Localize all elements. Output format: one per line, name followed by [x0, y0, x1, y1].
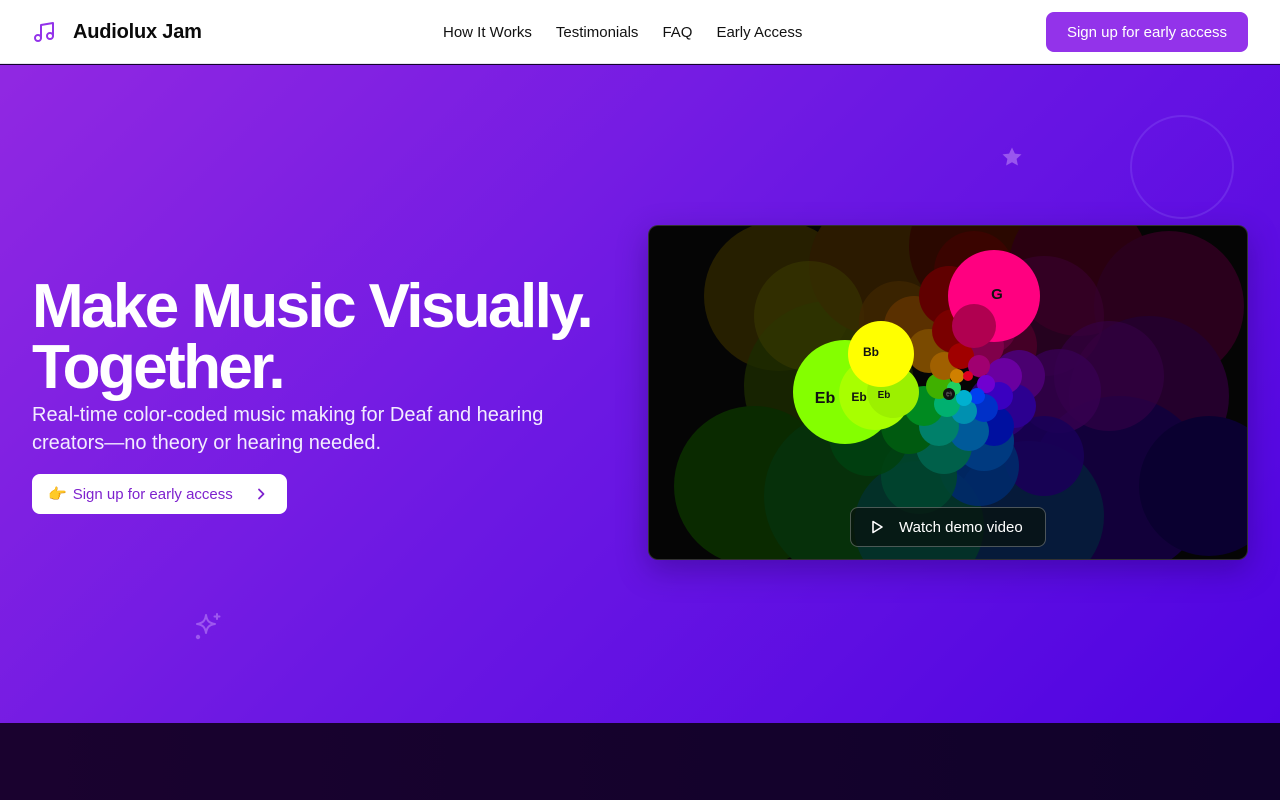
note-label-eb-medium: Eb [851, 390, 866, 404]
pointing-hand-icon: 👉 [48, 486, 67, 503]
site-header: Audiolux Jam How It Works Testimonials F… [0, 0, 1280, 64]
hero-subhead: Real-time color-coded music making for D… [32, 404, 544, 454]
note-label-g-center: G [943, 389, 952, 401]
main-nav: How It Works Testimonials FAQ Early Acce… [443, 0, 802, 64]
note-label-bb: Bb [863, 345, 879, 359]
brand[interactable]: Audiolux Jam [32, 0, 202, 64]
brand-name: Audiolux Jam [73, 20, 202, 43]
watch-demo-button[interactable]: Watch demo video [850, 507, 1046, 547]
nav-early-access[interactable]: Early Access [716, 24, 802, 41]
hero-signup-button[interactable]: 👉 Sign up for early access [32, 474, 287, 514]
headline-line-2: Together. [32, 333, 286, 402]
demo-video-player[interactable]: G Bb Eb Eb Eb G Watch demo video [648, 225, 1248, 560]
note-label-eb-large: Eb [815, 390, 836, 407]
nav-testimonials[interactable]: Testimonials [556, 24, 639, 41]
note-label-eb-small: Eb [878, 390, 891, 401]
header-signup-button[interactable]: Sign up for early access [1046, 12, 1248, 52]
watch-demo-label: Watch demo video [899, 518, 1023, 536]
sparkles-icon [195, 613, 221, 640]
music-note-icon [34, 22, 54, 42]
chevron-right-icon [258, 488, 265, 500]
nav-faq[interactable]: FAQ [662, 24, 692, 41]
decorative-ring [1130, 115, 1234, 219]
hero-headline: Make Music Visually. Together. [32, 272, 632, 402]
next-section [0, 723, 1280, 800]
star-icon [1002, 147, 1022, 166]
nav-how-it-works[interactable]: How It Works [443, 24, 532, 41]
play-icon [872, 520, 883, 534]
headline-line-1: Make Music Visually. [32, 272, 594, 341]
note-label-g: G [991, 286, 1003, 303]
hero-section: Make Music Visually. Together. Real-time… [0, 65, 1280, 723]
hero-signup-label: Sign up for early access [72, 485, 233, 503]
